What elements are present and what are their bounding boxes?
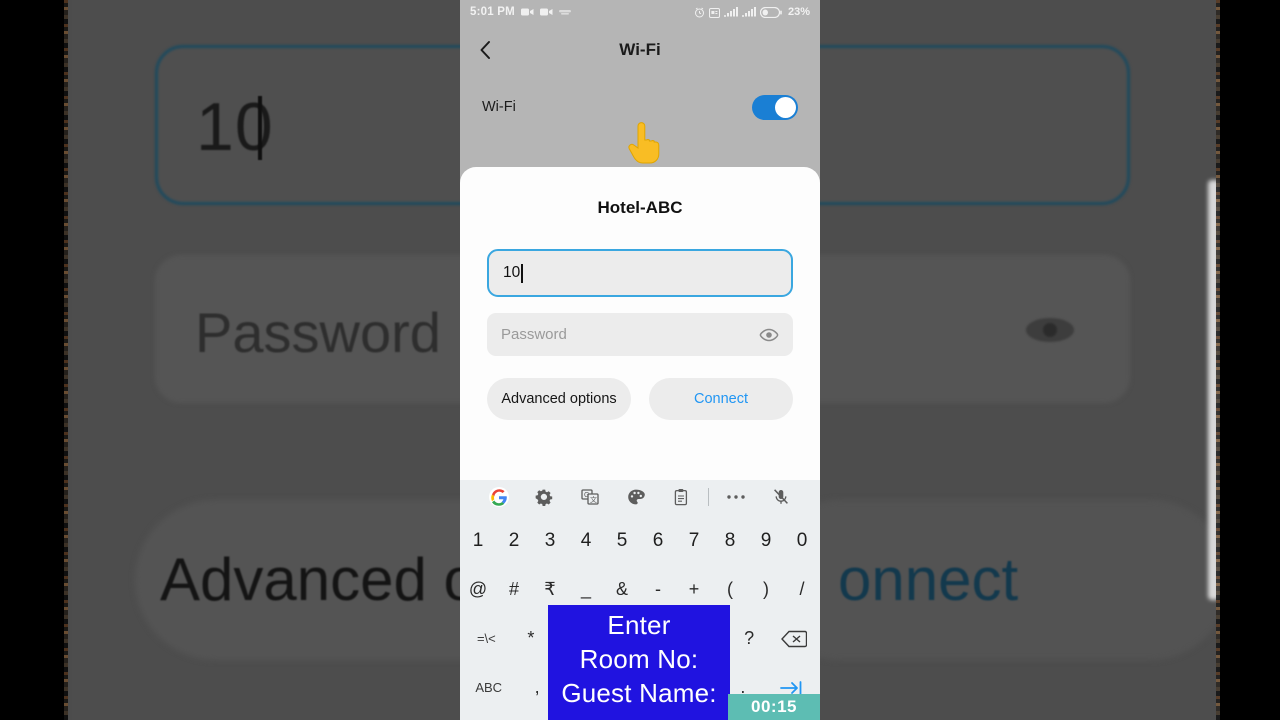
status-bar: 5:01 PM 23% bbox=[460, 0, 820, 24]
wifi-connect-dialog: Hotel-ABC 10 Password Advanced options C… bbox=[460, 167, 820, 480]
dialog-title: Hotel-ABC bbox=[597, 198, 683, 217]
eye-icon[interactable] bbox=[759, 328, 779, 342]
phone-screen: 5:01 PM 23% Wi-Fi Wi-Fi Hotel-ABC 10 Pas… bbox=[460, 0, 820, 720]
key-paren-close[interactable]: ) bbox=[748, 565, 784, 614]
backspace-icon[interactable] bbox=[767, 614, 820, 663]
screen-recorder-icon bbox=[520, 7, 534, 17]
wifi-toggle-label: Wi-Fi bbox=[482, 99, 516, 115]
toolbar-divider bbox=[707, 488, 709, 506]
background-password-placeholder: Password bbox=[195, 301, 441, 364]
wifi-toggle-row[interactable]: Wi-Fi bbox=[460, 76, 820, 128]
key-6[interactable]: 6 bbox=[640, 516, 676, 565]
wifi-toggle-switch[interactable] bbox=[752, 94, 798, 120]
key-question[interactable]: ? bbox=[731, 614, 767, 663]
connect-button[interactable]: Connect bbox=[649, 378, 793, 420]
instruction-line-3: Guest Name: bbox=[561, 678, 717, 708]
keyboard-toolbar: G文 bbox=[460, 480, 820, 514]
instruction-overlay: Enter Room No: Guest Name: bbox=[548, 605, 730, 720]
advanced-options-button[interactable]: Advanced options bbox=[487, 378, 631, 420]
password-input[interactable]: Password bbox=[487, 313, 793, 356]
keyboard-row-numbers: 1 2 3 4 5 6 7 8 9 0 bbox=[460, 516, 820, 565]
key-9[interactable]: 9 bbox=[748, 516, 784, 565]
wifi-header: Wi-Fi bbox=[460, 24, 820, 76]
signal-bars-icon-2 bbox=[741, 7, 756, 17]
page-title: Wi-Fi bbox=[619, 40, 661, 59]
clipboard-icon[interactable] bbox=[658, 488, 704, 506]
recording-timer-badge: 00:15 bbox=[728, 694, 820, 720]
gear-icon[interactable] bbox=[522, 488, 568, 506]
background-caret bbox=[258, 96, 262, 160]
more-dots-icon[interactable] bbox=[713, 494, 759, 500]
palette-icon[interactable] bbox=[613, 488, 659, 506]
key-at[interactable]: @ bbox=[460, 565, 496, 614]
key-0[interactable]: 0 bbox=[784, 516, 820, 565]
screenshot-root: 10 Password Advanced o onnect 5:01 PM 23… bbox=[0, 0, 1280, 720]
room-number-value: 10 bbox=[503, 264, 521, 281]
dialog-button-row: Advanced options Connect bbox=[487, 378, 793, 420]
mic-off-icon[interactable] bbox=[758, 488, 804, 506]
key-hash[interactable]: # bbox=[496, 565, 532, 614]
key-5[interactable]: 5 bbox=[604, 516, 640, 565]
battery-icon bbox=[759, 6, 782, 18]
key-1[interactable]: 1 bbox=[460, 516, 496, 565]
key-3[interactable]: 3 bbox=[532, 516, 568, 565]
key-4[interactable]: 4 bbox=[568, 516, 604, 565]
background-connect-label: onnect bbox=[838, 546, 1019, 613]
signal-bars-icon-1 bbox=[723, 7, 738, 17]
background-advanced-label: Advanced o bbox=[160, 546, 477, 613]
background-color-strip-left bbox=[64, 0, 68, 720]
instruction-line-2: Room No: bbox=[579, 644, 699, 674]
status-bar-left: 5:01 PM bbox=[470, 6, 571, 18]
background-eye-icon bbox=[1022, 312, 1078, 348]
status-bar-right: 23% bbox=[694, 6, 810, 18]
background-right-letterbox bbox=[1220, 0, 1280, 720]
key-asterisk[interactable]: * bbox=[513, 614, 549, 663]
battery-percent-label: 23% bbox=[787, 6, 810, 18]
room-number-input[interactable]: 10 bbox=[487, 249, 793, 297]
background-left-letterbox bbox=[0, 0, 68, 720]
translate-icon[interactable]: G文 bbox=[567, 488, 613, 506]
google-logo-icon[interactable] bbox=[476, 487, 522, 507]
wifi-toggle-knob bbox=[775, 96, 796, 118]
password-placeholder: Password bbox=[501, 326, 567, 343]
background-color-strip-right bbox=[1216, 0, 1220, 720]
alarm-icon bbox=[694, 7, 705, 18]
key-abc-switch[interactable]: ABC bbox=[460, 663, 517, 712]
key-slash[interactable]: / bbox=[784, 565, 820, 614]
on-screen-keyboard: G文 1 2 3 4 5 6 7 8 9 0 @ # ₹ _ & - + ()… bbox=[460, 480, 820, 720]
svg-text:文: 文 bbox=[590, 495, 597, 504]
video-recorder-icon bbox=[539, 7, 553, 17]
key-symbol-switch[interactable]: =\< bbox=[460, 614, 513, 663]
key-8[interactable]: 8 bbox=[712, 516, 748, 565]
key-2[interactable]: 2 bbox=[496, 516, 532, 565]
key-7[interactable]: 7 bbox=[676, 516, 712, 565]
instruction-line-1: Enter bbox=[607, 610, 671, 640]
calendar-icon bbox=[708, 7, 720, 18]
text-caret bbox=[521, 263, 523, 283]
vpn-icon bbox=[558, 8, 571, 16]
status-bar-clock: 5:01 PM bbox=[470, 6, 515, 18]
